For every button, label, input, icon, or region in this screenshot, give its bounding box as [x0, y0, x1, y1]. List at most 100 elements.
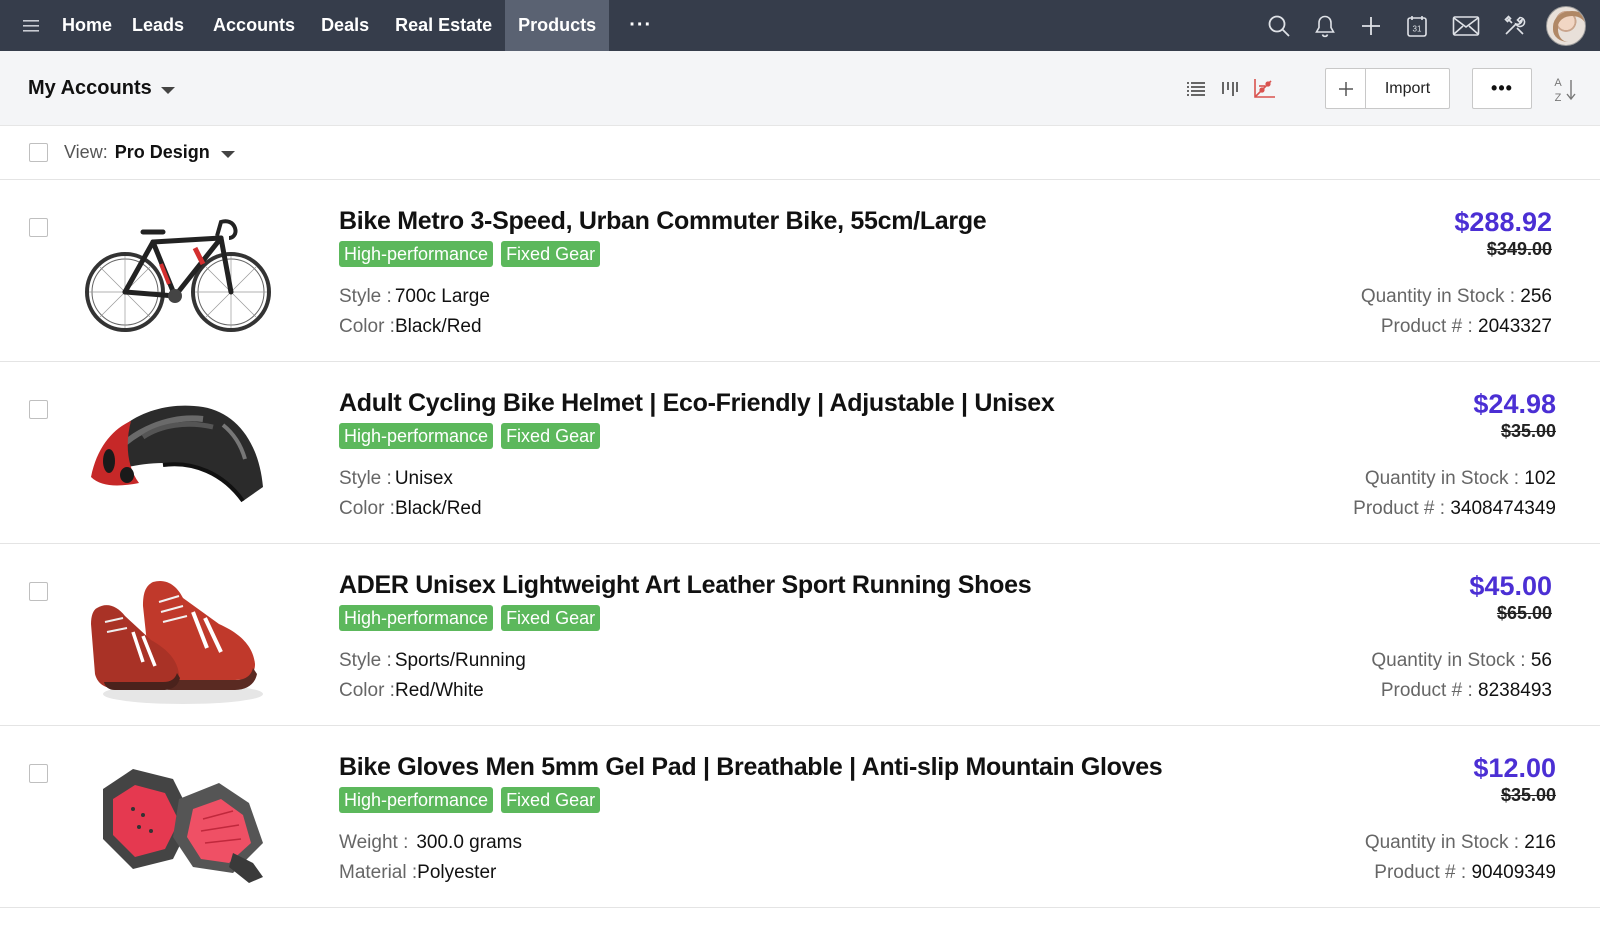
- product-tag[interactable]: Fixed Gear: [501, 423, 601, 449]
- product-tag[interactable]: High-performance: [339, 605, 494, 631]
- create-button[interactable]: [1326, 69, 1366, 108]
- meta-value: 56: [1530, 650, 1552, 671]
- product-info: Adult Cycling Bike Helmet | Eco-Friendly…: [339, 389, 1055, 524]
- kanban-view-icon[interactable]: [1213, 72, 1247, 106]
- product-tag[interactable]: Fixed Gear: [501, 605, 601, 631]
- product-attributes: Style : Unisex Color : Black/Red: [339, 464, 1055, 524]
- mail-icon[interactable]: [1440, 0, 1492, 51]
- meta-label: Product # :: [1353, 498, 1451, 519]
- product-tags: High-performance Fixed Gear: [339, 241, 986, 267]
- product-title[interactable]: ADER Unisex Lightweight Art Leather Spor…: [339, 571, 1032, 600]
- product-pricing: $24.98 $35.00 Quantity in Stock : 102 Pr…: [1353, 388, 1556, 524]
- product-row[interactable]: Bike Gloves Men 5mm Gel Pad | Breathable…: [0, 726, 1600, 908]
- product-price: $288.92: [1454, 207, 1552, 237]
- product-tag[interactable]: Fixed Gear: [501, 787, 601, 813]
- product-attributes: Weight : 300.0 grams Material : Polyeste…: [339, 828, 1162, 888]
- nav-deals[interactable]: Deals: [308, 0, 382, 51]
- chart-view-icon[interactable]: [1247, 72, 1281, 106]
- product-price: $24.98: [1473, 389, 1556, 419]
- view-dropdown[interactable]: Pro Design: [115, 142, 235, 163]
- product-list: Bike Metro 3-Speed, Urban Commuter Bike,…: [0, 180, 1600, 908]
- product-tag[interactable]: High-performance: [339, 787, 494, 813]
- product-attributes: Style : Sports/Running Color : Red/White: [339, 646, 1031, 706]
- product-tag[interactable]: Fixed Gear: [501, 241, 601, 267]
- meta-value: 2043327: [1478, 316, 1552, 337]
- product-tags: High-performance Fixed Gear: [339, 423, 1055, 449]
- user-avatar[interactable]: [1546, 5, 1586, 46]
- nav-leads[interactable]: Leads: [119, 0, 200, 51]
- product-image-helmet[interactable]: [78, 380, 278, 530]
- list-view-icon[interactable]: [1179, 72, 1213, 106]
- product-attributes: Style : 700c Large Color : Black/Red: [339, 282, 986, 342]
- attr-value: Polyester: [417, 862, 497, 883]
- product-title[interactable]: Bike Gloves Men 5mm Gel Pad | Breathable…: [339, 753, 1163, 782]
- meta-value: 90409349: [1471, 862, 1556, 883]
- sort-az-icon[interactable]: A Z: [1540, 68, 1590, 109]
- calendar-icon[interactable]: 31: [1394, 0, 1440, 51]
- attr-label: Color :: [339, 680, 395, 701]
- product-info: ADER Unisex Lightweight Art Leather Spor…: [339, 571, 1032, 706]
- page-subheader: My Accounts Import ••• A Z: [0, 51, 1600, 126]
- attr-label: Color :: [339, 498, 395, 519]
- page-title: My Accounts: [28, 76, 152, 99]
- attr-value: Black/Red: [394, 316, 482, 337]
- tools-icon[interactable]: [1492, 0, 1538, 51]
- product-image-gloves[interactable]: [78, 744, 278, 894]
- meta-label: Product # :: [1380, 680, 1479, 701]
- product-pricing: $45.00 $65.00 Quantity in Stock : 56 Pro…: [1371, 570, 1552, 706]
- attr-label: Style :: [339, 286, 392, 307]
- svg-text:Z: Z: [1555, 92, 1562, 104]
- attr-value: Sports/Running: [394, 650, 526, 671]
- subheader-tools: Import ••• A Z: [1179, 51, 1600, 126]
- nav-real-estate[interactable]: Real Estate: [382, 0, 505, 51]
- attr-label: Style :: [339, 650, 392, 671]
- product-row[interactable]: Adult Cycling Bike Helmet | Eco-Friendly…: [0, 362, 1600, 544]
- main-nav: Home Leads Accounts Deals Real Estate Pr…: [62, 0, 672, 51]
- module-dropdown[interactable]: My Accounts: [28, 77, 175, 100]
- product-tags: High-performance Fixed Gear: [339, 787, 1162, 813]
- svg-text:A: A: [1554, 77, 1562, 89]
- row-checkbox[interactable]: [29, 764, 48, 783]
- product-pricing: $12.00 $35.00 Quantity in Stock : 216 Pr…: [1365, 752, 1556, 888]
- product-image-bicycle[interactable]: [78, 198, 278, 348]
- product-tag[interactable]: High-performance: [339, 241, 494, 267]
- nav-home[interactable]: Home: [62, 0, 119, 51]
- product-meta: Quantity in Stock : 216 Product # : 9040…: [1365, 828, 1556, 888]
- product-image-shoes[interactable]: [78, 562, 278, 712]
- product-tag[interactable]: High-performance: [339, 423, 494, 449]
- row-checkbox[interactable]: [29, 218, 48, 237]
- bell-icon[interactable]: [1302, 0, 1348, 51]
- row-checkbox[interactable]: [29, 400, 48, 419]
- import-button[interactable]: Import: [1366, 69, 1449, 108]
- nav-more-button[interactable]: ···: [609, 0, 672, 51]
- hamburger-menu-icon[interactable]: [0, 0, 62, 51]
- meta-label: Quantity in Stock :: [1364, 832, 1525, 853]
- row-checkbox[interactable]: [29, 582, 48, 601]
- meta-label: Quantity in Stock :: [1371, 650, 1531, 671]
- view-label: View:: [64, 142, 108, 162]
- product-row[interactable]: ADER Unisex Lightweight Art Leather Spor…: [0, 544, 1600, 726]
- more-actions-button[interactable]: •••: [1472, 68, 1532, 109]
- meta-label: Quantity in Stock :: [1360, 286, 1521, 307]
- plus-icon[interactable]: [1348, 0, 1394, 51]
- attr-value: 700c Large: [394, 286, 490, 307]
- attr-value: Black/Red: [394, 498, 482, 519]
- attr-label: Style :: [339, 468, 392, 489]
- product-title[interactable]: Adult Cycling Bike Helmet | Eco-Friendly…: [339, 389, 1055, 418]
- attr-label: Material :: [339, 862, 418, 883]
- product-meta: Quantity in Stock : 102 Product # : 3408…: [1353, 464, 1556, 524]
- product-title[interactable]: Bike Metro 3-Speed, Urban Commuter Bike,…: [339, 207, 987, 236]
- attr-value: 300.0 grams: [416, 832, 522, 853]
- product-price: $12.00: [1473, 753, 1556, 783]
- select-all-checkbox[interactable]: [29, 143, 48, 162]
- attr-label: Color :: [339, 316, 395, 337]
- search-icon[interactable]: [1256, 0, 1302, 51]
- meta-label: Quantity in Stock :: [1364, 468, 1525, 489]
- nav-accounts[interactable]: Accounts: [200, 0, 308, 51]
- product-old-price: $35.00: [1500, 785, 1556, 805]
- attr-value: Red/White: [394, 680, 484, 701]
- top-actions: 31: [1256, 0, 1600, 51]
- product-row[interactable]: Bike Metro 3-Speed, Urban Commuter Bike,…: [0, 180, 1600, 362]
- meta-value: 3408474349: [1450, 498, 1556, 519]
- nav-products[interactable]: Products: [505, 0, 610, 51]
